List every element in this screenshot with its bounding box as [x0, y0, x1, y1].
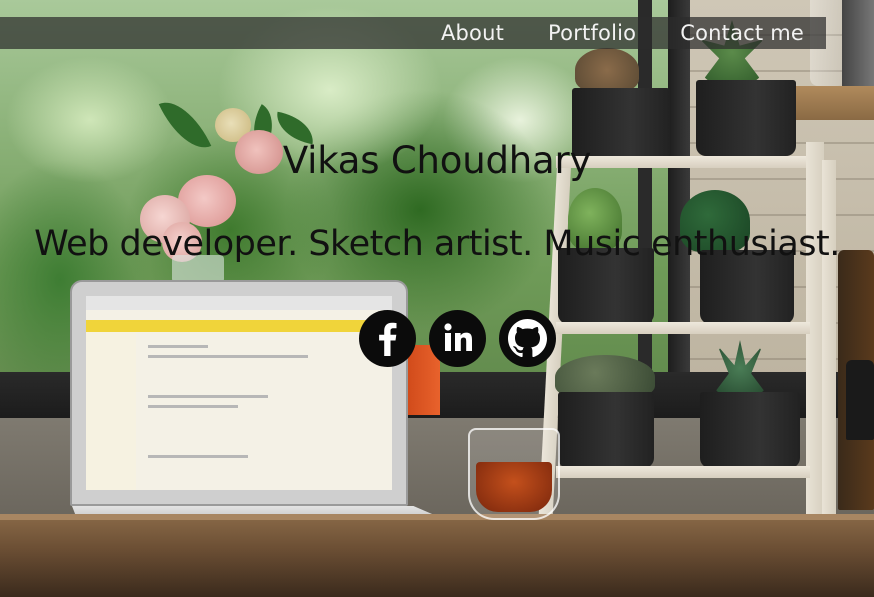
shelf-board	[556, 322, 810, 334]
top-navbar: About Portfolio Contact me	[0, 17, 826, 49]
window-frame	[638, 0, 652, 410]
shelf-post	[822, 160, 836, 516]
hero-tagline: Web developer. Sketch artist. Music enth…	[34, 224, 840, 264]
wooden-desk	[0, 514, 874, 597]
facebook-icon	[379, 322, 397, 356]
wooden-shelf	[790, 86, 874, 120]
desk-edge	[0, 514, 874, 520]
laptop-display-line	[148, 345, 208, 348]
laptop-display-line	[148, 355, 308, 358]
plant-pot	[700, 392, 800, 468]
laptop-display-sidebar	[86, 332, 136, 490]
hero-name: Vikas Choudhary	[282, 139, 592, 182]
nav-link-about[interactable]: About	[441, 17, 504, 49]
plant-pot	[558, 392, 654, 468]
nav-link-portfolio[interactable]: Portfolio	[548, 17, 636, 49]
facebook-link[interactable]	[359, 310, 416, 367]
github-icon	[508, 319, 547, 358]
linkedin-link[interactable]	[429, 310, 486, 367]
nav-link-contact-me[interactable]: Contact me	[680, 17, 804, 49]
laptop-display-toolbar	[86, 296, 392, 310]
laptop-display-line	[148, 455, 248, 458]
nav-links: About Portfolio Contact me	[441, 17, 804, 49]
linkedin-icon	[444, 323, 472, 351]
bottle	[846, 360, 874, 440]
bottle	[842, 0, 874, 86]
tea	[476, 462, 552, 512]
laptop-display-line	[148, 405, 238, 408]
background-photo	[0, 0, 874, 597]
laptop-display-header	[86, 320, 392, 332]
laptop-display-line	[148, 395, 268, 398]
shelf-board	[556, 466, 810, 478]
social-links	[359, 310, 556, 367]
github-link[interactable]	[499, 310, 556, 367]
plant	[575, 48, 639, 92]
